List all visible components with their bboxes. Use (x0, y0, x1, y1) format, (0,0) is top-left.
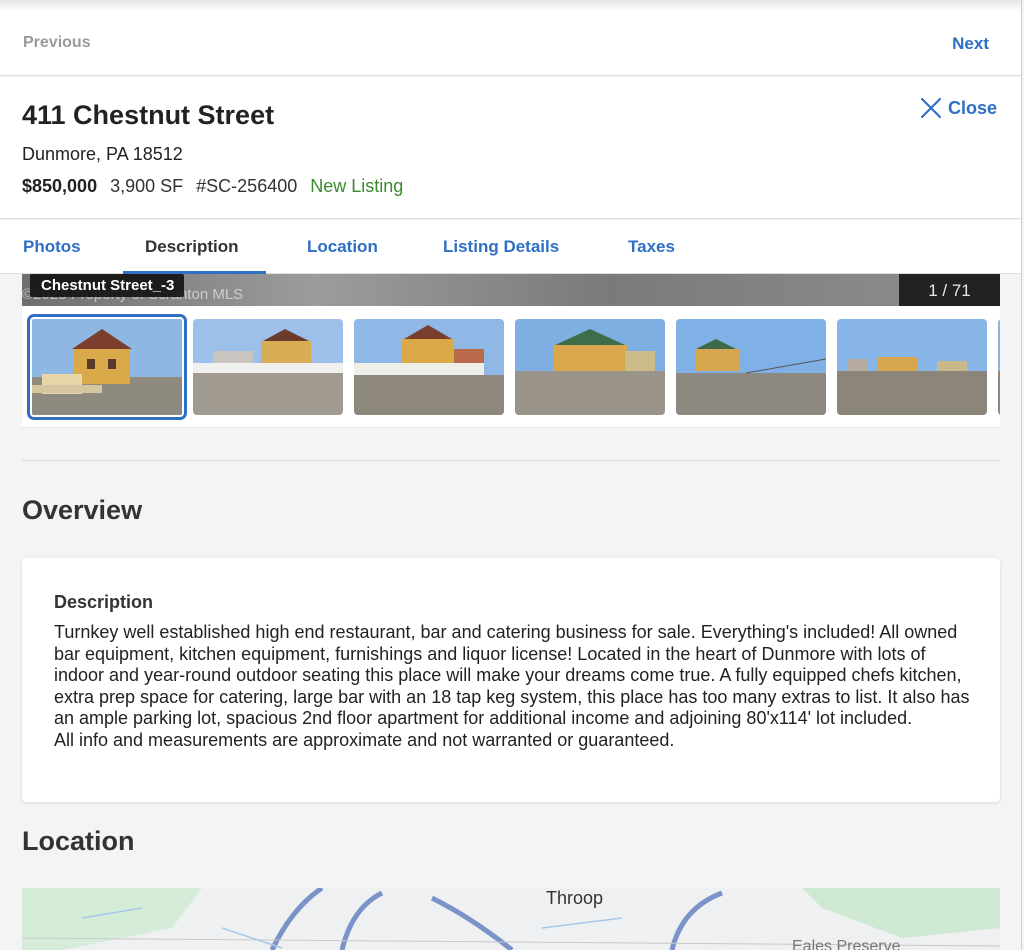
description-text: Turnkey well established high end restau… (54, 622, 974, 751)
previous-button[interactable]: Previous (23, 34, 91, 52)
thumbnail-7[interactable] (998, 319, 1000, 415)
description-card: Description Turnkey well established hig… (22, 558, 1000, 802)
description-paragraph: Turnkey well established high end restau… (54, 622, 970, 728)
listing-size: 3,900 SF (110, 176, 184, 196)
thumbnail-image (354, 319, 504, 415)
listing-price: $850,000 (22, 176, 98, 196)
next-button[interactable]: Next (952, 34, 989, 54)
tab-location[interactable]: Location (307, 237, 378, 257)
close-label: Close (947, 97, 997, 118)
location-heading: Location (22, 826, 135, 856)
main-photo[interactable]: ©2023 Property of Scranton MLS Chestnut … (22, 274, 1000, 306)
listing-meta: $850,000 3,900 SF #SC-256400 New Listing (22, 176, 411, 197)
map-label-throop: Throop (546, 888, 604, 908)
close-icon (920, 97, 942, 119)
listing-status-badge: New Listing (310, 176, 404, 196)
location-map[interactable]: Throop Eales Preserve (22, 888, 1000, 950)
tab-description[interactable]: Description (145, 237, 239, 257)
thumbnail-image (837, 319, 987, 415)
photo-thumbnails (22, 306, 1000, 428)
listing-nav-bar: Previous Next (0, 10, 1021, 76)
tab-taxes[interactable]: Taxes (628, 237, 675, 257)
description-disclaimer: All info and measurements are approximat… (54, 729, 675, 750)
thumbnail-4[interactable] (515, 319, 665, 415)
photo-counter: 1 / 71 (899, 274, 1000, 306)
photo-caption: Chestnut Street_-3 (30, 274, 185, 297)
close-button[interactable]: Close (920, 97, 997, 119)
overview-heading: Overview (22, 495, 143, 525)
thumbnail-1[interactable] (27, 314, 187, 420)
listing-panel: Previous Next 411 Chestnut Street Dunmor… (0, 0, 1022, 950)
listing-mls-id: #SC-256400 (196, 176, 298, 196)
thumbnail-5[interactable] (676, 319, 826, 415)
thumbnail-image (32, 319, 182, 415)
tab-photos[interactable]: Photos (23, 237, 81, 257)
thumbnail-6[interactable] (837, 319, 987, 415)
top-shadow (0, 0, 1021, 10)
listing-header: 411 Chestnut Street Dunmore, PA 18512 $8… (0, 77, 1021, 219)
listing-tabs: Photos Description Location Listing Deta… (0, 220, 1021, 274)
thumbnail-image (998, 319, 1000, 415)
section-divider (22, 460, 1000, 461)
tab-listing-details[interactable]: Listing Details (443, 237, 559, 257)
listing-address: 411 Chestnut Street (22, 100, 275, 130)
description-label: Description (54, 592, 154, 612)
thumbnail-2[interactable] (193, 319, 343, 415)
thumbnail-image (515, 319, 665, 415)
thumbnail-3[interactable] (354, 319, 504, 415)
thumbnail-image (676, 319, 826, 415)
thumbnail-image (193, 319, 343, 415)
listing-city-line: Dunmore, PA 18512 (22, 144, 183, 164)
map-label-preserve: Eales Preserve (792, 938, 901, 950)
